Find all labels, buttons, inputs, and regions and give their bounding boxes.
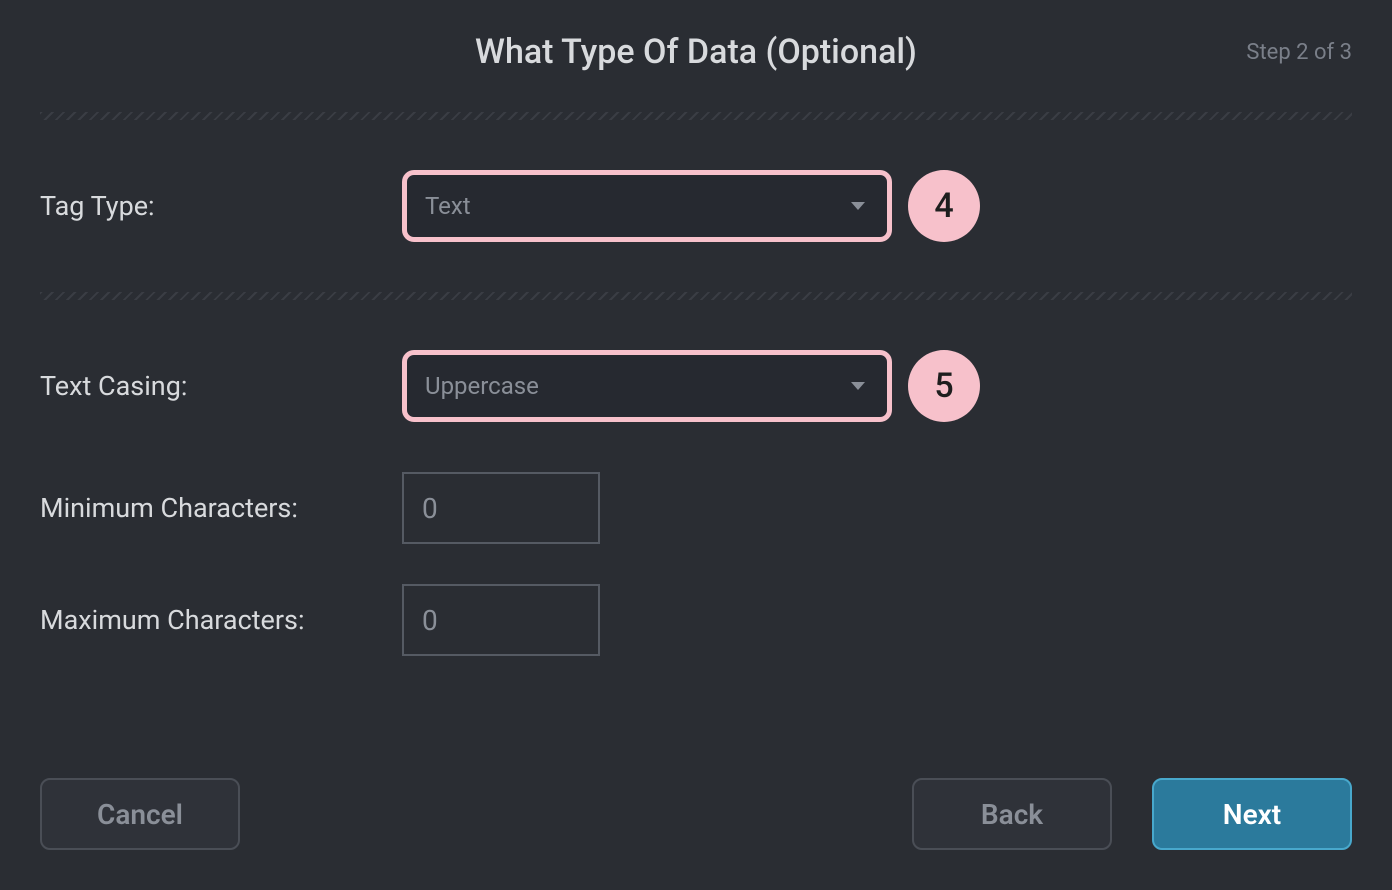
tag-type-badge: 4 — [908, 170, 980, 242]
min-chars-row: Minimum Characters: — [40, 472, 1352, 544]
step-indicator: Step 2 of 3 — [1246, 40, 1352, 65]
max-chars-input[interactable] — [402, 584, 600, 656]
text-casing-select-wrapper: Uppercase 5 — [402, 350, 980, 422]
max-chars-label: Maximum Characters: — [40, 604, 402, 636]
text-casing-value: Uppercase — [425, 372, 539, 400]
max-chars-row: Maximum Characters: — [40, 584, 1352, 656]
back-button[interactable]: Back — [912, 778, 1112, 850]
footer-right: Back Next — [912, 778, 1352, 850]
tag-type-value: Text — [425, 192, 471, 220]
text-casing-select[interactable]: Uppercase — [402, 350, 892, 422]
page-title: What Type Of Data (Optional) — [475, 32, 917, 72]
text-casing-label: Text Casing: — [40, 370, 402, 402]
tag-type-row: Tag Type: Text 4 — [40, 170, 1352, 242]
text-casing-row: Text Casing: Uppercase 5 — [40, 350, 1352, 422]
min-chars-input[interactable] — [402, 472, 600, 544]
tag-type-label: Tag Type: — [40, 190, 402, 222]
tag-type-select[interactable]: Text — [402, 170, 892, 242]
cancel-button[interactable]: Cancel — [40, 778, 240, 850]
divider — [40, 292, 1352, 300]
next-button[interactable]: Next — [1152, 778, 1352, 850]
wizard-header: What Type Of Data (Optional) Step 2 of 3 — [40, 0, 1352, 112]
tag-type-select-wrapper: Text 4 — [402, 170, 980, 242]
wizard-footer: Cancel Back Next — [40, 778, 1352, 850]
min-chars-label: Minimum Characters: — [40, 492, 402, 524]
chevron-down-icon — [851, 202, 865, 210]
text-casing-badge: 5 — [908, 350, 980, 422]
divider — [40, 112, 1352, 120]
chevron-down-icon — [851, 382, 865, 390]
